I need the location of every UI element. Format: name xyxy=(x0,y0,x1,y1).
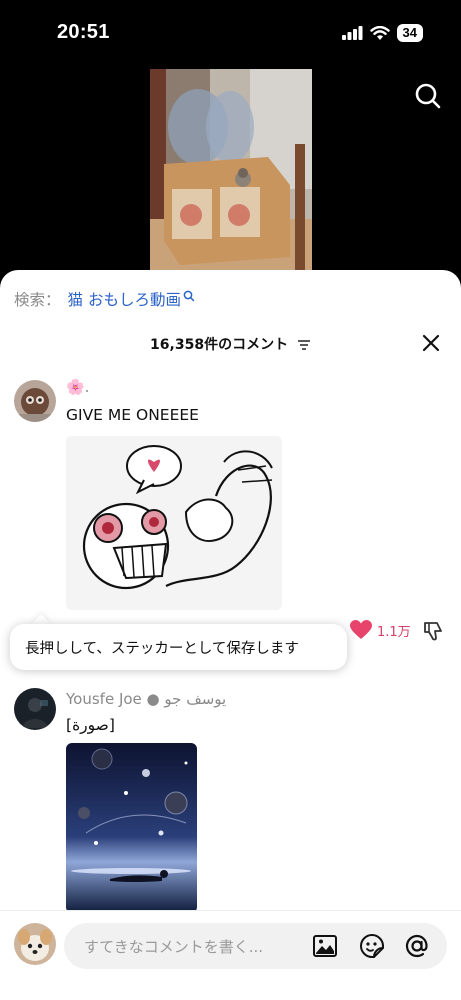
comment-text: GIVE ME ONEEEE xyxy=(66,406,199,424)
comment-input[interactable]: すてきなコメントを書く... xyxy=(64,923,447,969)
image-attach-icon[interactable] xyxy=(312,933,338,959)
comment-count-row[interactable]: 16,358件のコメント xyxy=(0,334,461,354)
status-time: 20:51 xyxy=(57,21,110,43)
like-count: 1.1万 xyxy=(377,624,411,640)
space-artwork xyxy=(66,743,197,913)
avatar[interactable] xyxy=(14,688,56,730)
close-icon[interactable] xyxy=(420,332,442,354)
signal-icon xyxy=(341,26,363,40)
my-avatar[interactable] xyxy=(14,923,56,965)
search-small-icon xyxy=(183,290,195,302)
search-suggestion-label: 検索： xyxy=(14,291,61,309)
comment-username[interactable]: 🌸. xyxy=(66,378,89,396)
comment-attached-image[interactable] xyxy=(66,743,197,913)
video-preview[interactable] xyxy=(150,69,312,274)
search-icon[interactable] xyxy=(414,82,442,110)
comment-count: 16,358件のコメント xyxy=(150,337,289,353)
comment-input-bar: すてきなコメントを書く... xyxy=(0,910,461,1000)
avatar-image xyxy=(14,688,56,730)
status-bar: 20:51 34 xyxy=(0,0,461,62)
avatar[interactable] xyxy=(14,380,56,422)
search-suggestion[interactable]: 検索： 猫 おもしろ動画 xyxy=(14,288,195,310)
sticker-drawing xyxy=(66,436,282,610)
heart-icon xyxy=(350,620,372,639)
wifi-icon xyxy=(369,25,390,40)
comment-text: [صورة] xyxy=(66,716,115,734)
status-icons: 34 xyxy=(341,24,423,42)
mention-icon[interactable] xyxy=(404,933,430,959)
avatar-image xyxy=(14,923,56,965)
battery-indicator: 34 xyxy=(396,24,423,42)
save-sticker-tooltip: 長押しして、ステッカーとして保存します xyxy=(10,624,347,670)
sticker-icon[interactable] xyxy=(359,933,385,959)
comments-sheet: 検索： 猫 おもしろ動画 16,358件のコメント 🌸. GIVE ME ONE… xyxy=(0,270,461,1000)
avatar-image xyxy=(14,380,56,422)
sort-filter-icon[interactable] xyxy=(297,339,311,351)
dislike-icon[interactable] xyxy=(422,620,444,642)
comment-username[interactable]: Yousfe Joe ● يوسف جو xyxy=(66,690,226,708)
like-button[interactable]: 1.1万 xyxy=(350,620,411,640)
comment-input-placeholder: すてきなコメントを書く... xyxy=(84,938,264,956)
comments-header: 16,358件のコメント xyxy=(0,330,461,358)
video-frame xyxy=(150,69,312,274)
search-suggestion-term[interactable]: 猫 おもしろ動画 xyxy=(68,288,181,310)
comment-sticker-image[interactable] xyxy=(66,436,282,610)
